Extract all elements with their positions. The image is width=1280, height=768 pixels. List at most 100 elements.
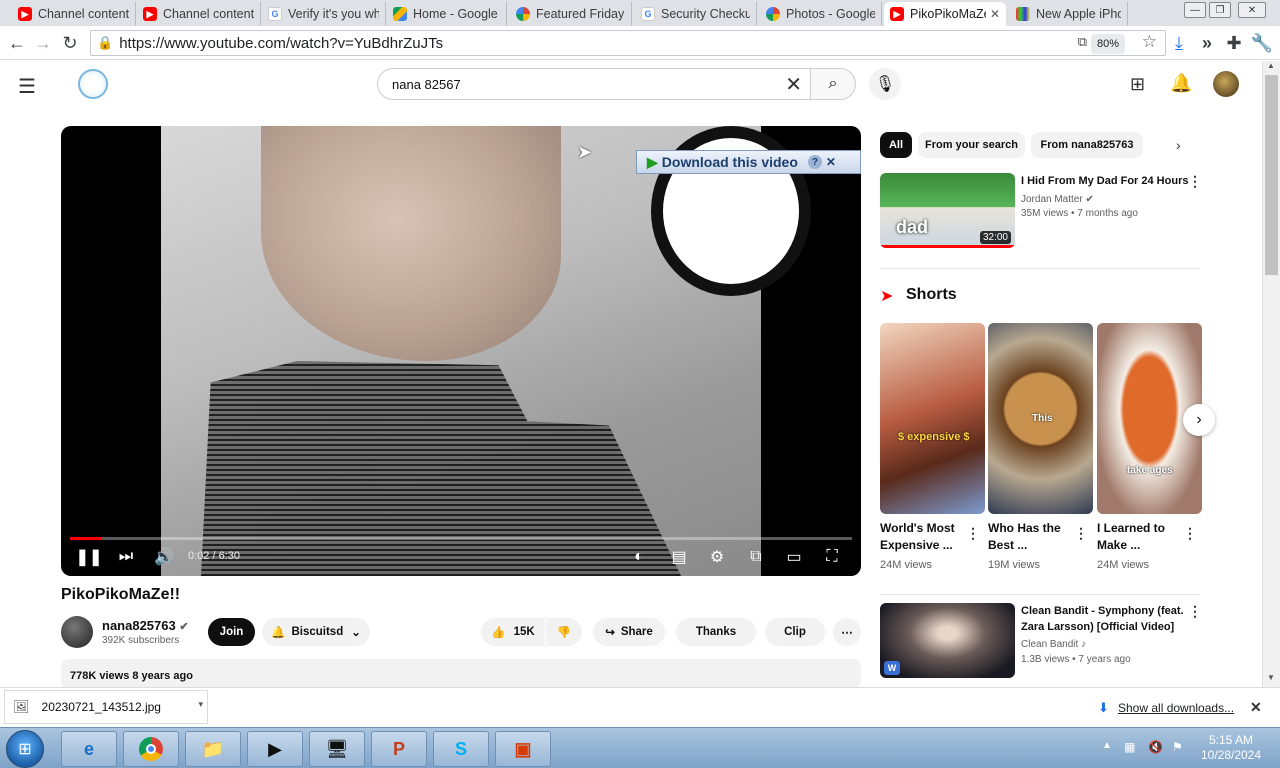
dislike-button[interactable]: 👎 [546,618,582,646]
download-options-chevron-icon[interactable]: ▾ [198,699,203,710]
short-title-1[interactable]: World's Most Expensive ... [880,520,966,554]
file-explorer-icon[interactable]: 📁 [185,731,241,767]
chrome-icon[interactable] [123,731,179,767]
chips-next-chevron-icon[interactable]: › [1176,137,1181,153]
rec-thumbnail-1[interactable]: dad 32:00 [880,173,1015,248]
forward-arrow-icon[interactable]: → [32,32,54,54]
subscribed-button[interactable]: 🔔 Biscuitsd ⌄ [262,618,370,646]
rec-menu-icon[interactable]: ⋮ [1188,173,1202,190]
start-button[interactable]: ⊞ [6,730,44,768]
chip-from-channel[interactable]: From nana825763 [1031,132,1143,158]
short-menu-icon[interactable]: ⋮ [1183,525,1197,542]
tab-new-apple-iphone[interactable]: New Apple iPho [1010,2,1128,26]
close-window-icon[interactable]: ✕ [1238,2,1266,18]
next-video-icon[interactable]: ⏭ [116,546,136,568]
notifications-bell-icon[interactable]: 🔔 [1170,73,1192,94]
scrollbar-thumb[interactable] [1265,75,1278,275]
chip-from-your-search[interactable]: From your search [918,132,1025,158]
reload-icon[interactable]: ↻ [59,32,81,54]
zoom-level-badge[interactable]: 80% [1091,34,1125,54]
clear-search-icon[interactable]: ✕ [785,72,802,97]
subtitles-icon[interactable]: ▤ [668,546,690,568]
tab-close-icon[interactable]: ✕ [990,7,1000,21]
video-progress-bar[interactable] [70,537,852,540]
short-thumbnail-2[interactable]: This [988,323,1093,514]
close-overlay-icon[interactable]: ✕ [826,155,836,169]
rec-title-2[interactable]: Clean Bandit - Symphony (feat. Zara Lars… [1021,603,1186,635]
restore-window-icon[interactable]: ❐ [1209,2,1231,18]
back-arrow-icon[interactable]: ← [6,32,28,54]
create-video-icon[interactable]: ⊞ [1130,74,1145,95]
bookmark-star-icon[interactable]: ☆ [1142,32,1157,52]
tab-security-checkup[interactable]: G Security Checkup [635,2,757,26]
page-scrollbar[interactable]: ▲ ▼ [1262,61,1280,687]
powerpoint-icon[interactable]: P [371,731,427,767]
channel-name[interactable]: nana825763 ✔ [102,618,189,633]
tab-verify[interactable]: G Verify it's you wh [262,2,386,26]
tab-channel-content-1[interactable]: ▶ Channel content [12,2,136,26]
tab-home-google[interactable]: Home - Google [387,2,507,26]
volume-icon[interactable]: 🔊 [154,546,174,568]
like-button[interactable]: 👍 15K [481,618,545,646]
network-icon[interactable]: ▦ [1124,740,1135,754]
download-item[interactable]: 🖼 20230721_143512.jpg ▾ [4,690,208,724]
rec-menu-icon[interactable]: ⋮ [1188,603,1202,620]
pause-icon[interactable]: ❚❚ [76,546,103,568]
shorts-next-chevron-icon[interactable]: › [1183,404,1215,436]
short-title-3[interactable]: I Learned to Make ... [1097,520,1183,554]
short-menu-icon[interactable]: ⋮ [1074,525,1088,542]
share-button[interactable]: ↪ Share [593,618,665,646]
channel-avatar[interactable] [61,616,93,648]
miniplayer-icon[interactable]: ⧉ [745,546,767,568]
rec-title-1[interactable]: I Hid From My Dad For 24 Hours [1021,173,1191,189]
settings-gear-icon[interactable]: ⚙ [706,546,728,568]
thanks-button[interactable]: Thanks [676,618,756,646]
system-clock[interactable]: 5:15 AM 10/28/2024 [1196,733,1266,763]
clip-button[interactable]: Clip [765,618,825,646]
tray-expand-icon[interactable]: ▲ [1102,740,1112,751]
office-icon[interactable]: ▣ [495,731,551,767]
minimize-window-icon[interactable]: — [1184,2,1206,18]
voice-search-button[interactable]: 🎙 [869,68,901,100]
close-download-shelf-icon[interactable]: ✕ [1250,699,1262,716]
address-bar[interactable]: 🔒 https://www.youtube.com/watch?v=YuBdhr… [90,30,1166,56]
skype-icon[interactable]: S [433,731,489,767]
scroll-up-icon[interactable]: ▲ [1267,61,1275,70]
download-icon[interactable]: ⤓ [1168,32,1190,54]
help-icon[interactable]: ? [807,155,822,169]
short-thumbnail-1[interactable]: $ expensive $ [880,323,985,514]
download-video-overlay[interactable]: ▶ Download this video ? ✕ [636,150,861,174]
rec-channel-1[interactable]: Jordan Matter ✔ [1021,193,1094,207]
tab-channel-content-2[interactable]: ▶ Channel content [137,2,261,26]
fullscreen-icon[interactable]: ⛶ [821,546,843,568]
media-player-icon[interactable]: ▶ [247,731,303,767]
volume-muted-icon[interactable]: 🔇 [1148,740,1163,754]
show-all-downloads-link[interactable]: Show all downloads... [1118,701,1234,715]
extensions-puzzle-icon[interactable]: ✚ [1223,32,1245,54]
chip-all[interactable]: All [880,132,912,158]
short-menu-icon[interactable]: ⋮ [966,525,980,542]
rec-channel-2[interactable]: Clean Bandit ♪ [1021,638,1086,652]
autoplay-toggle-icon[interactable]: ◐ [624,546,654,568]
account-avatar[interactable] [1213,71,1239,97]
cast-icon[interactable]: ⧉ [1078,34,1087,50]
action-center-flag-icon[interactable]: ⚑ [1172,740,1183,754]
video-player[interactable]: ▶ Download this video ? ✕ ➤ ❚❚ ⏭ 🔊 0:02 … [61,126,861,576]
more-actions-icon[interactable]: ⋯ [833,618,861,646]
internet-explorer-icon[interactable]: e [61,731,117,767]
join-button[interactable]: Join [208,618,255,646]
scroll-down-icon[interactable]: ▼ [1267,673,1275,682]
hamburger-menu-icon[interactable]: ☰ [18,74,36,99]
control-panel-icon[interactable]: 🖥 [309,731,365,767]
tab-pikopikomaze[interactable]: ▶ PikoPikoMaZe ✕ [884,2,1006,26]
overflow-chevron-icon[interactable]: » [1196,32,1218,54]
search-input[interactable]: nana 82567 ✕ [377,68,811,100]
wrench-menu-icon[interactable]: 🔧 [1251,32,1273,54]
short-title-2[interactable]: Who Has the Best ... [988,520,1074,554]
tab-photos-google[interactable]: Photos - Google [760,2,882,26]
tab-featured-friday[interactable]: Featured Friday [510,2,632,26]
youtube-logo-icon[interactable] [78,69,108,99]
search-button[interactable]: ⌕ [810,68,856,100]
theater-mode-icon[interactable]: ▭ [783,546,805,568]
rec-thumbnail-2[interactable]: W [880,603,1015,678]
